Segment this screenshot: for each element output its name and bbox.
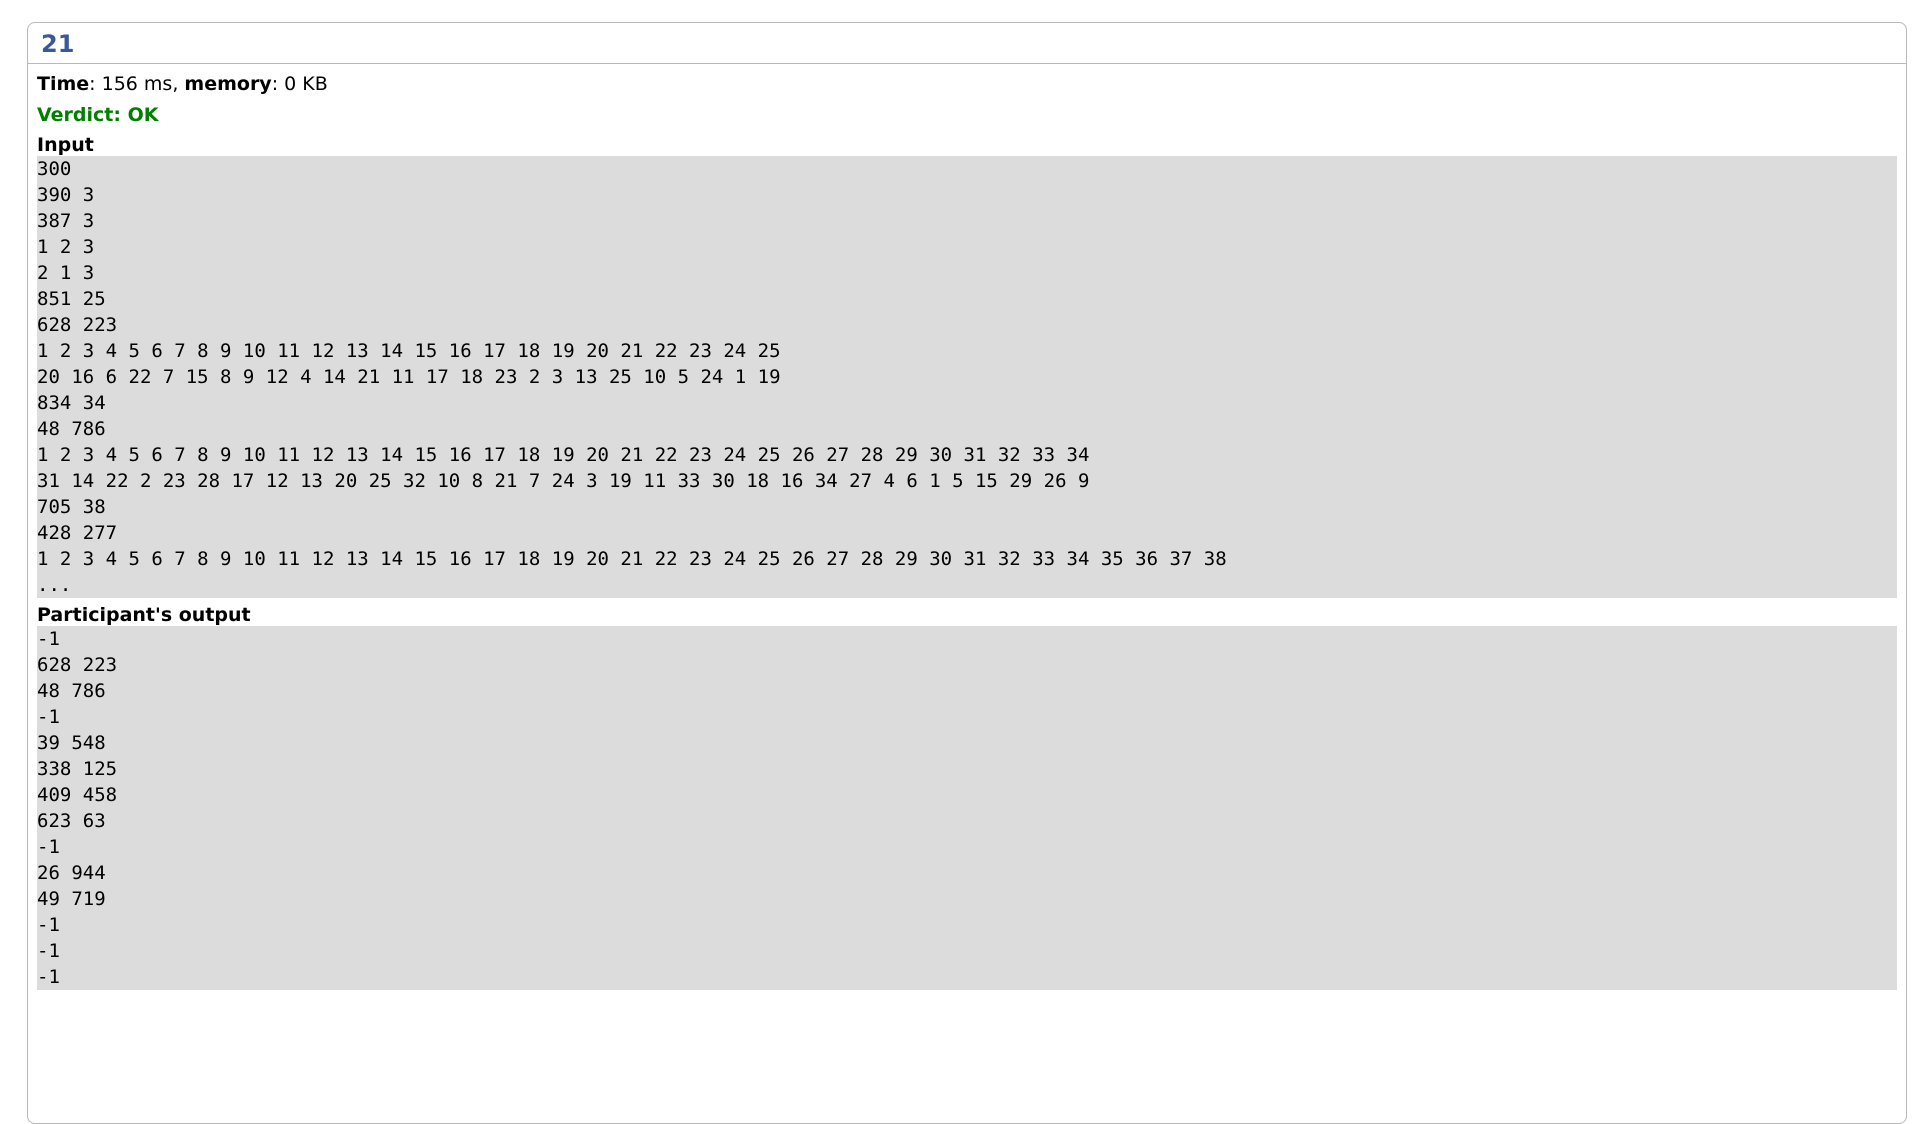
- output-line: 628 223: [37, 654, 118, 676]
- input-line: 1 2 3 4 5 6 7 8 9 10 11 12 13 14 15 16 1…: [37, 548, 1227, 570]
- output-line: 623 63: [37, 810, 106, 832]
- output-line: -1: [37, 706, 60, 728]
- test-body: Time: 156 ms, memory: 0 KB Verdict: OK I…: [28, 72, 1906, 990]
- time-value: : 156 ms,: [89, 73, 185, 95]
- input-line: 1 2 3 4 5 6 7 8 9 10 11 12 13 14 15 16 1…: [37, 340, 781, 362]
- input-title: Input: [37, 134, 94, 156]
- input-line: 628 223: [37, 314, 118, 336]
- test-panel: 21 Time: 156 ms, memory: 0 KB Verdict: O…: [27, 22, 1907, 1124]
- input-line: 2 1 3: [37, 262, 95, 284]
- input-line: 300: [37, 158, 72, 180]
- verdict: Verdict: OK: [37, 104, 159, 126]
- input-line: 20 16 6 22 7 15 8 9 12 4 14 21 11 17 18 …: [37, 366, 781, 388]
- test-number: 21: [41, 30, 75, 58]
- output-line: -1: [37, 628, 60, 650]
- output-title: Participant's output: [37, 604, 251, 626]
- output-line: 39 548: [37, 732, 106, 754]
- input-line: 390 3: [37, 184, 95, 206]
- output-line: -1: [37, 914, 60, 936]
- input-line: 1 2 3 4 5 6 7 8 9 10 11 12 13 14 15 16 1…: [37, 444, 1090, 466]
- output-line: 409 458: [37, 784, 118, 806]
- test-header: 21: [28, 23, 1906, 64]
- output-line: 48 786: [37, 680, 106, 702]
- time-label: Time: [37, 73, 90, 95]
- output-line: -1: [37, 836, 60, 858]
- input-line: 851 25: [37, 288, 106, 310]
- output-line: 26 944: [37, 862, 106, 884]
- memory-label: memory: [184, 73, 272, 95]
- output-line: -1: [37, 940, 60, 962]
- output-block: -1 628 223 48 786 -1 39 548 338 125 409 458 623…: [37, 626, 1897, 990]
- input-line: 834 34: [37, 392, 106, 414]
- time-memory-line: Time: 156 ms, memory: 0 KB: [37, 72, 1897, 96]
- output-line: -1: [37, 966, 60, 988]
- input-line: 705 38: [37, 496, 106, 518]
- input-line: 31 14 22 2 23 28 17 12 13 20 25 32 10 8 …: [37, 470, 1090, 492]
- output-line: 338 125: [37, 758, 118, 780]
- input-line: 387 3: [37, 210, 95, 232]
- memory-value: : 0 KB: [271, 73, 328, 95]
- input-line: 1 2 3: [37, 236, 95, 258]
- input-line: 48 786: [37, 418, 106, 440]
- input-line: 428 277: [37, 522, 118, 544]
- input-line: ...: [37, 574, 72, 596]
- input-block: 300 390 3 387 3 1 2 3 2 1 3 851 25 628 223 1 2 …: [37, 156, 1897, 598]
- output-line: 49 719: [37, 888, 106, 910]
